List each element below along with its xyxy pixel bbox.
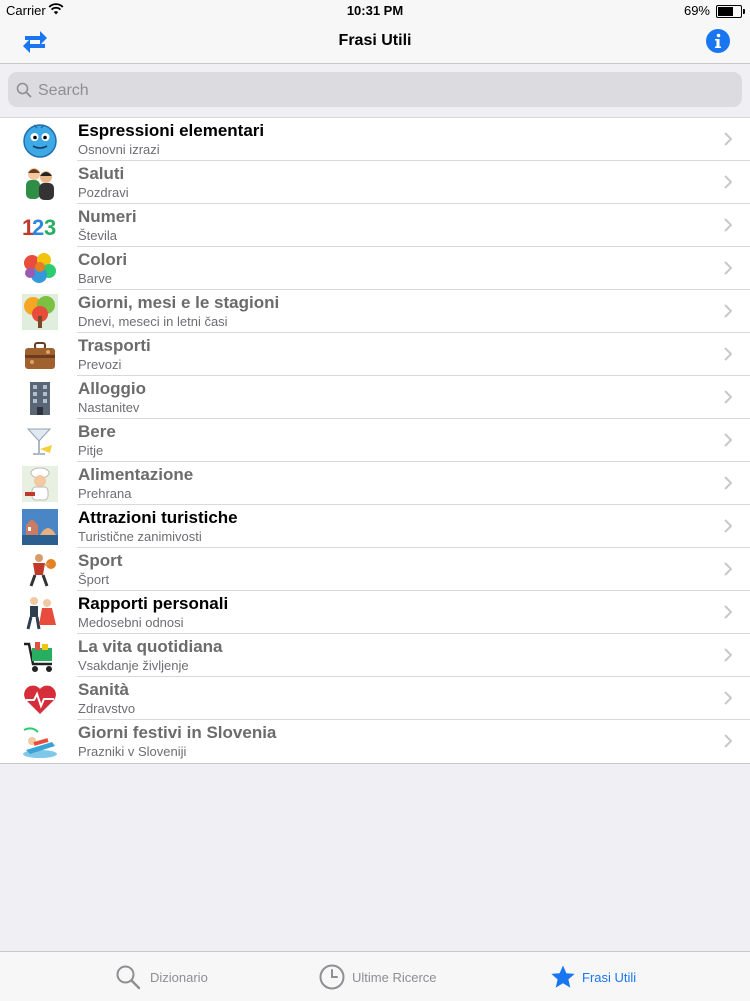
category-title: Rapporti personali [78,594,229,613]
category-subtitle: Prehrana [78,486,132,501]
category-row[interactable]: Giorni festivi in Slovenia Prazniki v Slo… [0,720,750,763]
svg-text:3: 3 [44,215,56,240]
category-title: Bere [78,422,116,441]
star-icon [551,965,575,988]
heart-pulse-icon [24,685,56,714]
search-icon [16,82,32,98]
tab-label: Dizionario [150,970,208,985]
category-row[interactable]: Alloggio Nastanitev [0,376,750,419]
tab-ultime-ricerce[interactable]: Ultime Ricerce [319,952,449,1001]
chevron-right-icon [724,433,732,447]
category-row[interactable]: Rapporti personali Medosebni odnosi [0,591,750,634]
category-title: Giorni festivi in Slovenia [78,723,277,742]
suitcase-icon [25,342,55,369]
chevron-right-icon [724,175,732,189]
category-title: Espressioni elementari [78,121,265,140]
battery-icon [716,5,745,18]
category-subtitle: Vsakdanje življenje [78,658,189,673]
search-icon [116,965,141,990]
category-title: Alloggio [78,379,146,398]
status-bar: Carrier 10:31 PM 69% [0,0,750,22]
search-bar[interactable] [8,72,742,109]
category-row[interactable]: Trasporti Prevozi [0,333,750,376]
category-list: Espressioni elementari Osnovni izrazi Salu… [0,118,750,764]
cocktail-glass-icon [26,428,52,455]
category-title: Sanità [78,680,130,699]
category-row[interactable]: Attrazioni turistiche Turistične zanimivo… [0,505,750,548]
chevron-right-icon [724,347,732,361]
category-subtitle: Pitje [78,443,104,458]
category-subtitle: Prevozi [78,357,122,372]
category-subtitle: Prazniki v Sloveniji [78,744,187,759]
category-row[interactable]: Espressioni elementari Osnovni izrazi [0,118,750,161]
category-row[interactable]: Giorni, mesi e le stagioni Dnevi, meseci … [0,290,750,333]
chevron-right-icon [724,261,732,275]
page-title: Frasi Utili [338,32,412,49]
category-subtitle: Števila [78,228,118,243]
beach-chair-icon [23,727,57,758]
chevron-right-icon [724,519,732,533]
chevron-right-icon [724,605,732,619]
chevron-right-icon [724,304,732,318]
category-title: Colori [78,250,128,269]
category-subtitle: Turistične zanimivosti [78,529,202,544]
category-row[interactable]: Saluti Pozdravi [0,161,750,204]
category-row[interactable]: Sanità Zdravstvo [0,677,750,720]
battery-percentage: 69% [683,3,710,18]
category-title: La vita quotidiana [78,637,223,656]
category-subtitle: Nastanitev [78,400,140,415]
tab-bar: Dizionario Ultime Ricerce Frasi Utili [0,951,750,1001]
numbers-123-icon: 12 3 [22,215,56,240]
chef-icon [22,466,58,502]
info-icon[interactable] [706,29,730,53]
category-row[interactable]: Sport Šport [0,548,750,591]
category-title: Trasporti [78,336,151,355]
seasons-tree-icon [22,294,58,330]
category-row[interactable]: Colori Barve [0,247,750,290]
category-subtitle: Barve [78,271,112,286]
category-row[interactable]: Bere Pitje [0,419,750,462]
chevron-right-icon [724,691,732,705]
chevron-right-icon [724,390,732,404]
category-subtitle: Dnevi, meseci in letni časi [78,314,228,329]
chevron-right-icon [724,476,732,490]
tab-frasi-utili[interactable]: Frasi Utili [550,952,650,1001]
category-subtitle: Šport [78,572,110,587]
tab-label: Frasi Utili [582,970,637,985]
search-input[interactable] [36,72,730,109]
category-row[interactable]: 1 2 3 Numeri Števila [0,204,750,247]
chevron-right-icon [724,218,732,232]
navigation-bar: Frasi Utili [0,22,750,64]
chevron-right-icon [724,734,732,748]
category-subtitle: Pozdravi [78,185,129,200]
landmark-icon [22,509,58,545]
chevron-right-icon [724,132,732,146]
category-title: Alimentazione [78,465,194,484]
hotel-building-icon [30,382,50,415]
tab-dizionario[interactable]: Dizionario [115,952,225,1001]
basketball-player-icon [29,554,56,587]
category-subtitle: Zdravstvo [78,701,136,716]
category-title: Saluti [78,164,125,183]
clock-time: 10:31 PM [346,3,404,18]
search-bar-container [0,64,750,118]
greeting-people-icon [26,168,54,200]
category-title: Sport [78,551,123,570]
chevron-right-icon [724,648,732,662]
svg-text:2: 2 [32,215,44,240]
smiley-face-icon [23,124,57,158]
color-splash-icon [24,253,56,283]
category-title: Attrazioni turistiche [78,508,238,527]
category-title: Numeri [78,207,137,226]
category-title: Giorni, mesi e le stagioni [78,293,280,312]
category-row[interactable]: Alimentazione Prehrana [0,462,750,505]
chevron-right-icon [724,562,732,576]
category-subtitle: Osnovni izrazi [78,142,160,157]
tab-label: Ultime Ricerce [352,970,437,985]
clock-icon [319,964,345,990]
shopping-cart-icon [24,642,52,672]
dancing-couple-icon [26,597,56,630]
category-subtitle: Medosebni odnosi [78,615,184,630]
category-row[interactable]: La vita quotidiana Vsakdanje življenje [0,634,750,677]
